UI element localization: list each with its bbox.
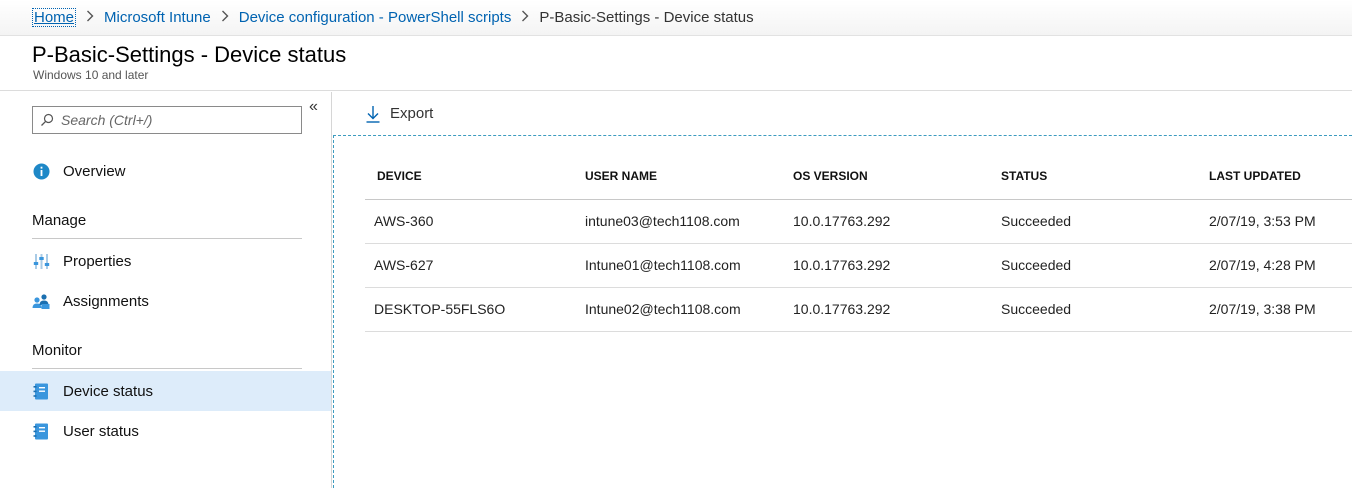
cell-os-version: 10.0.17763.292 xyxy=(781,287,989,332)
assignments-icon xyxy=(32,292,50,310)
cell-device: AWS-360 xyxy=(365,199,573,244)
content-area: DEVICE USER NAME OS VERSION STATUS LAST … xyxy=(333,135,1352,488)
table-row[interactable]: AWS-627 Intune01@tech1108.com 10.0.17763… xyxy=(365,243,1352,288)
search-box[interactable] xyxy=(32,106,302,134)
user-status-icon xyxy=(32,422,50,440)
sidebar-item-label: Properties xyxy=(63,252,132,270)
export-label: Export xyxy=(390,105,434,122)
cell-status: Succeeded xyxy=(989,287,1197,332)
command-bar: Export xyxy=(333,92,1352,135)
chevron-right-icon xyxy=(221,10,229,25)
table-header-row: DEVICE USER NAME OS VERSION STATUS LAST … xyxy=(365,153,1352,200)
table-row[interactable]: AWS-360 intune03@tech1108.com 10.0.17763… xyxy=(365,199,1352,244)
column-header-device[interactable]: DEVICE xyxy=(365,153,573,200)
sidebar-item-properties[interactable]: Properties xyxy=(0,241,331,281)
breadcrumb-powershell-scripts-link[interactable]: Device configuration - PowerShell script… xyxy=(239,9,512,26)
cell-last-updated: 2/07/19, 3:53 PM xyxy=(1197,199,1352,244)
info-icon xyxy=(32,162,50,180)
download-icon xyxy=(365,105,381,123)
page-title: P-Basic-Settings - Device status xyxy=(32,42,347,67)
sidebar-item-user-status[interactable]: User status xyxy=(0,411,331,451)
search-icon xyxy=(33,113,61,127)
device-status-table: DEVICE USER NAME OS VERSION STATUS LAST … xyxy=(365,153,1352,332)
cell-status: Succeeded xyxy=(989,199,1197,244)
breadcrumb-intune-link[interactable]: Microsoft Intune xyxy=(104,9,211,26)
cell-user-name: Intune01@tech1108.com xyxy=(573,243,781,288)
sidebar-item-label: User status xyxy=(63,422,139,440)
column-header-user-name[interactable]: USER NAME xyxy=(573,153,781,200)
sidebar-item-assignments[interactable]: Assignments xyxy=(0,281,331,321)
chevron-right-icon xyxy=(86,10,94,25)
collapse-menu-button[interactable]: « xyxy=(309,98,318,116)
cell-device: DESKTOP-55FLS6O xyxy=(365,287,573,332)
column-header-last-updated[interactable]: LAST UPDATED xyxy=(1197,153,1352,200)
sidebar-item-label: Overview xyxy=(63,162,126,180)
cell-last-updated: 2/07/19, 4:28 PM xyxy=(1197,243,1352,288)
breadcrumb-home-link[interactable]: Home xyxy=(32,8,77,27)
device-status-icon xyxy=(32,382,50,400)
section-manage: Manage xyxy=(32,212,302,239)
export-button[interactable]: Export xyxy=(365,105,433,123)
sidebar-item-overview[interactable]: Overview xyxy=(0,151,331,191)
sidebar-item-label: Device status xyxy=(63,382,154,400)
table-row[interactable]: DESKTOP-55FLS6O Intune02@tech1108.com 10… xyxy=(365,287,1352,332)
cell-last-updated: 2/07/19, 3:38 PM xyxy=(1197,287,1352,332)
search-input[interactable] xyxy=(61,112,291,128)
main-panel: Export DEVICE USER NAME OS VERSION STATU… xyxy=(333,92,1352,488)
page-subtitle: Windows 10 and later xyxy=(33,68,149,82)
cell-user-name: Intune02@tech1108.com xyxy=(573,287,781,332)
cell-user-name: intune03@tech1108.com xyxy=(573,199,781,244)
sidebar-item-device-status[interactable]: Device status xyxy=(0,371,331,411)
resource-menu: « Overview Manage Properties Assignments… xyxy=(0,92,332,488)
breadcrumb-current: P-Basic-Settings - Device status xyxy=(539,9,754,26)
column-header-os-version[interactable]: OS VERSION xyxy=(781,153,989,200)
sidebar-item-label: Assignments xyxy=(63,292,149,310)
properties-icon xyxy=(32,252,50,270)
chevron-right-icon xyxy=(521,10,529,25)
cell-os-version: 10.0.17763.292 xyxy=(781,243,989,288)
breadcrumb: Home Microsoft Intune Device configurati… xyxy=(0,0,1352,36)
blade-header: P-Basic-Settings - Device status Windows… xyxy=(0,36,1352,91)
cell-os-version: 10.0.17763.292 xyxy=(781,199,989,244)
cell-device: AWS-627 xyxy=(365,243,573,288)
cell-status: Succeeded xyxy=(989,243,1197,288)
section-monitor: Monitor xyxy=(32,342,302,369)
column-header-status[interactable]: STATUS xyxy=(989,153,1197,200)
